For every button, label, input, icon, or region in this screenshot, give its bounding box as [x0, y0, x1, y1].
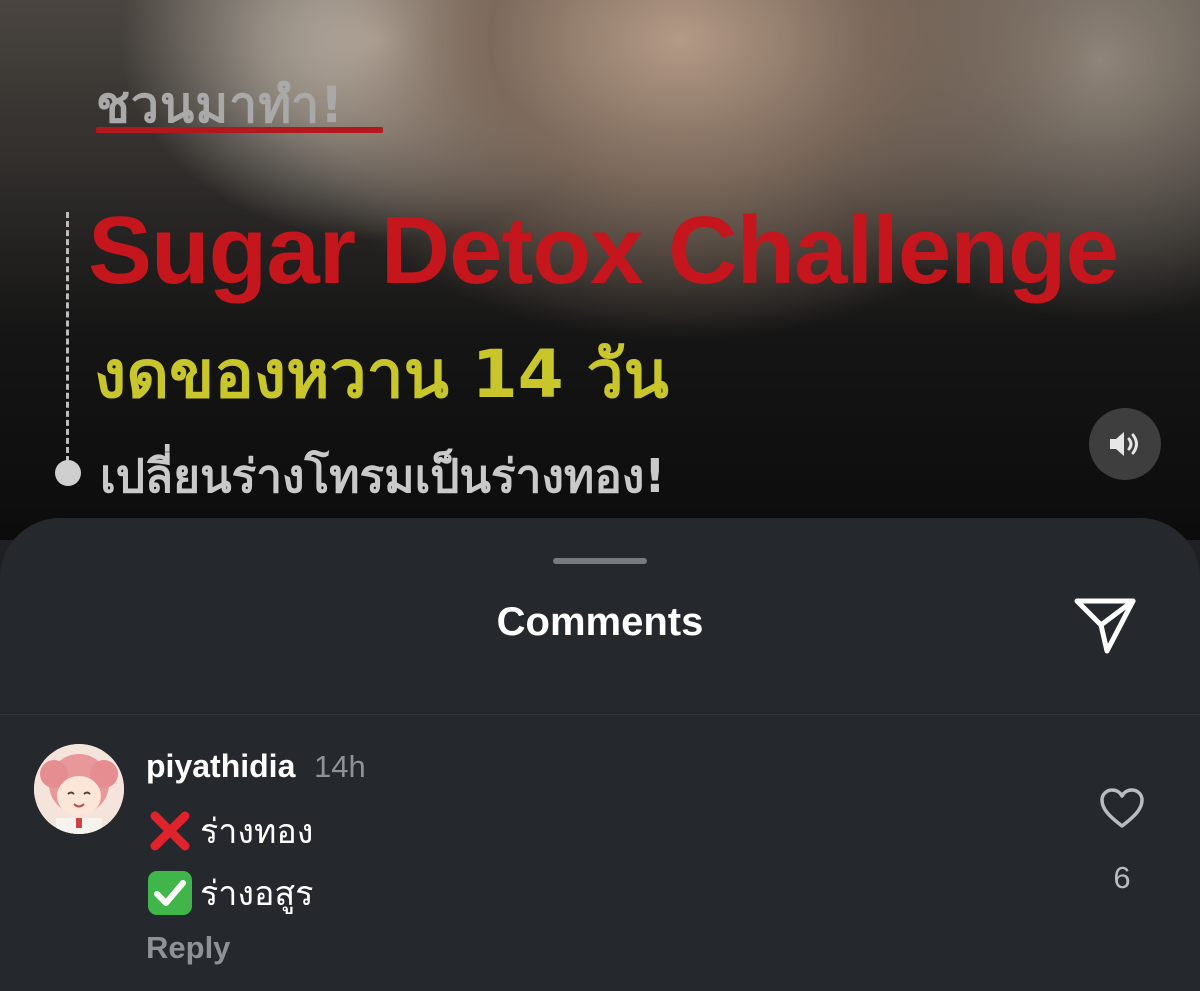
timeline-dot	[55, 460, 81, 486]
comment-timestamp: 14h	[314, 749, 366, 784]
avatar[interactable]	[34, 744, 124, 834]
video-player[interactable]: ชวนมาทำ! Sugar Detox Challenge งดของหวาน…	[0, 0, 1200, 540]
header-divider	[0, 714, 1200, 715]
check-mark-icon	[148, 871, 192, 915]
comments-sheet: Comments piyathidia 14h ร่างทอง ร่างอสูร…	[0, 518, 1200, 991]
sheet-title: Comments	[496, 600, 704, 644]
video-kicker-text: ชวนมาทำ!	[96, 76, 345, 134]
speaker-icon	[1110, 432, 1138, 456]
like-count: 6	[1113, 860, 1131, 895]
sheet-drag-handle[interactable]	[553, 558, 647, 564]
video-title-thai: งดของหวาน 14 วัน	[94, 336, 669, 413]
heart-icon	[1100, 788, 1144, 828]
kicker-underline	[96, 127, 383, 133]
comment-username[interactable]: piyathidia	[146, 748, 295, 785]
timeline-dashed-line	[66, 212, 69, 462]
share-button[interactable]	[1072, 596, 1138, 656]
reply-button[interactable]: Reply	[146, 930, 230, 966]
cross-mark-icon	[150, 811, 190, 851]
volume-button[interactable]	[1089, 408, 1161, 480]
comment-text: ร่างอสูร	[200, 874, 314, 914]
avatar-image	[34, 744, 124, 834]
like-button[interactable]	[1096, 784, 1148, 832]
comment-text-line: ร่างอสูร	[146, 866, 313, 920]
video-title-english: Sugar Detox Challenge	[88, 197, 1119, 304]
comment-text: ร่างทอง	[200, 812, 314, 852]
comment-text-line: ร่างทอง	[146, 804, 313, 858]
paper-plane-icon	[1074, 598, 1136, 654]
video-subtitle-thai: เปลี่ยนร่างโทรมเป็นร่างทอง!	[100, 449, 666, 503]
